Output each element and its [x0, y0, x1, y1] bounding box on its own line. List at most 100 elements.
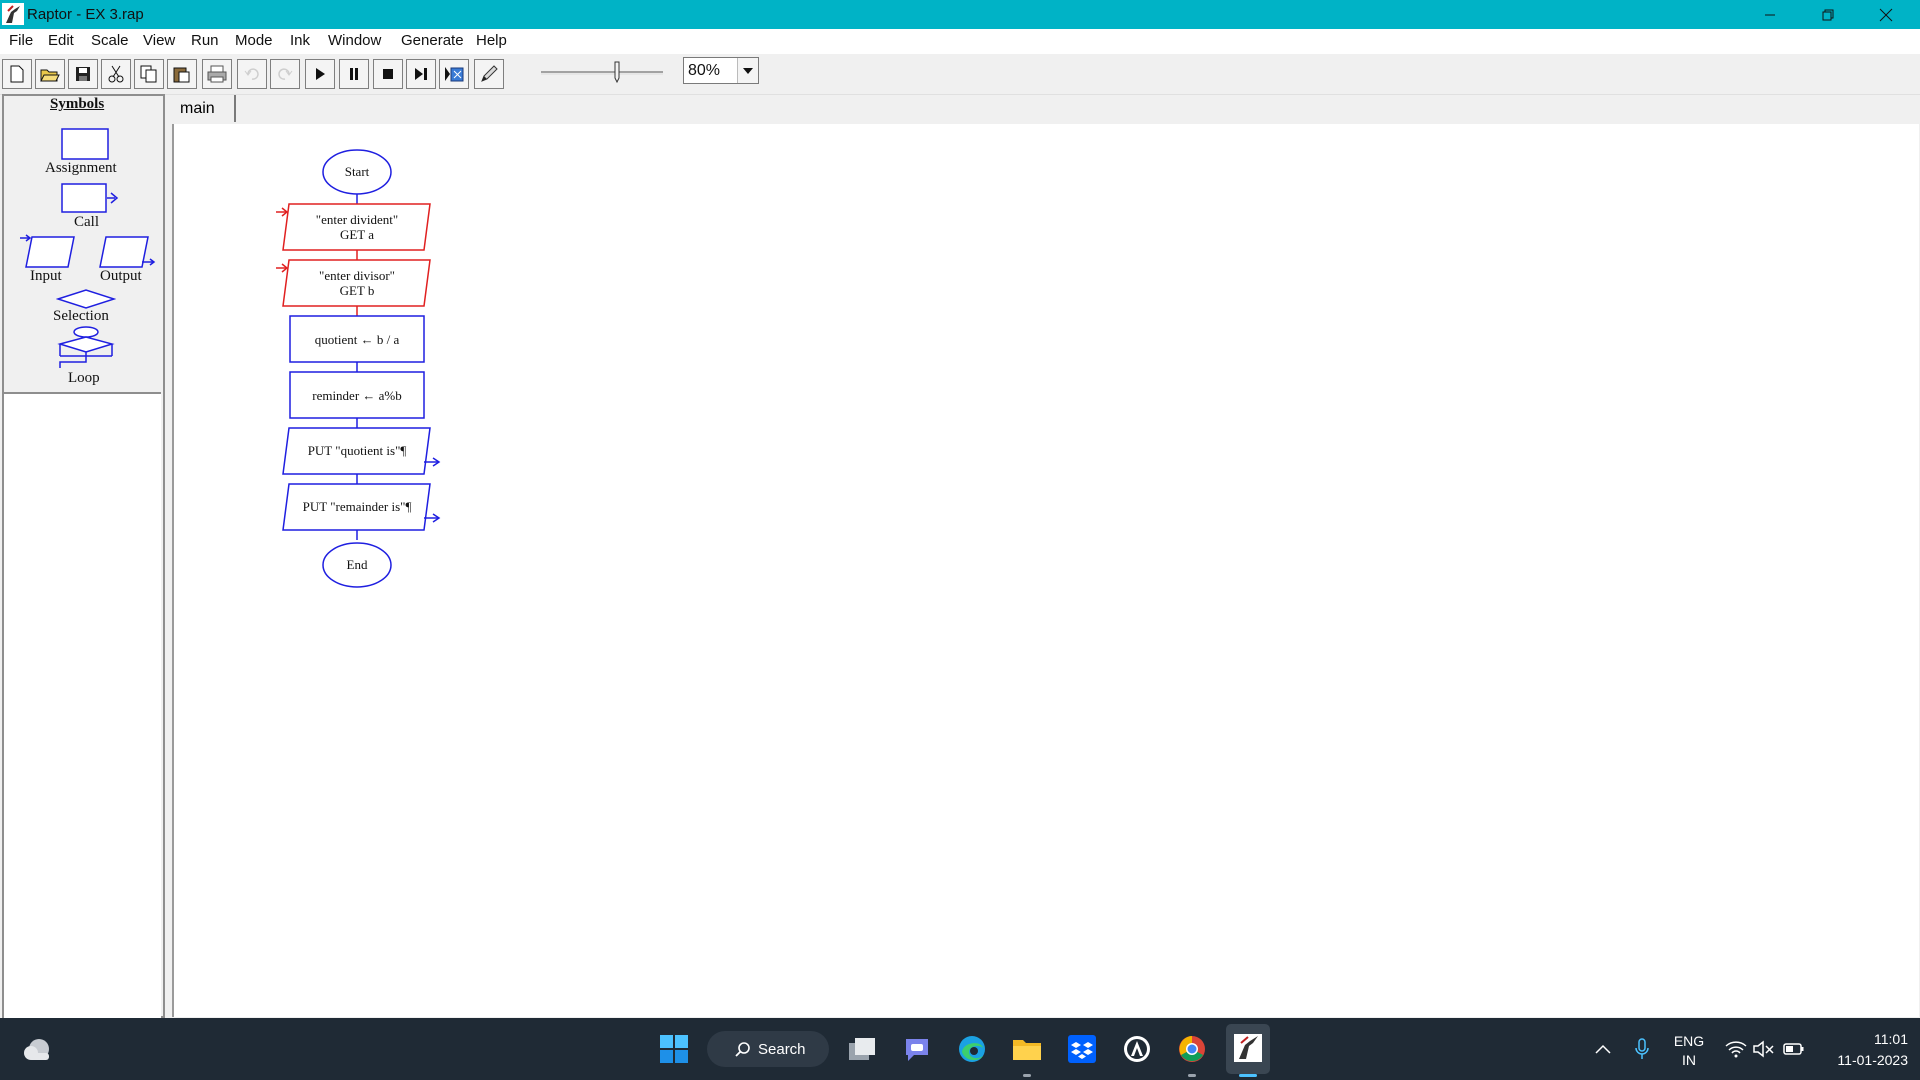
- language-in[interactable]: IN: [1664, 1052, 1714, 1068]
- output2-label: PUT "remainder is"¶: [303, 499, 412, 514]
- file-explorer-button[interactable]: [1008, 1030, 1046, 1068]
- app-circle-icon: [1124, 1036, 1150, 1062]
- clear-icon: [445, 67, 464, 82]
- ink-pen-button[interactable]: [474, 59, 504, 89]
- app-circle-button[interactable]: [1118, 1030, 1156, 1068]
- save-icon: [76, 67, 90, 81]
- microphone-button[interactable]: [1626, 1030, 1658, 1068]
- start-button[interactable]: [655, 1030, 693, 1068]
- run-button[interactable]: [305, 59, 335, 89]
- start-node[interactable]: Start: [322, 149, 392, 195]
- undo-button[interactable]: [237, 59, 267, 89]
- input-node-divisor[interactable]: "enter divisor" GET b: [276, 259, 431, 307]
- teams-chat-button[interactable]: [898, 1030, 936, 1068]
- symbols-palette: Symbols Assignment Call Input Output Sel…: [2, 94, 163, 392]
- edge-button[interactable]: [953, 1030, 991, 1068]
- dropbox-icon: [1068, 1035, 1096, 1063]
- volume-button[interactable]: [1748, 1030, 1780, 1068]
- menu-scale[interactable]: Scale: [91, 32, 129, 49]
- step-button[interactable]: [406, 59, 436, 89]
- pause-button[interactable]: [339, 59, 369, 89]
- cut-button[interactable]: [101, 59, 131, 89]
- weather-widget[interactable]: [18, 1030, 56, 1068]
- output1-label: PUT "quotient is"¶: [308, 443, 407, 458]
- input-symbol[interactable]: [18, 234, 78, 270]
- wifi-icon: [1725, 1041, 1747, 1058]
- menu-window[interactable]: Window: [328, 32, 381, 49]
- zoom-select[interactable]: 80%: [683, 57, 759, 84]
- search-icon: [735, 1042, 750, 1057]
- paste-button[interactable]: [167, 59, 197, 89]
- save-button[interactable]: [68, 59, 98, 89]
- clock-time[interactable]: 11:01: [1812, 1031, 1908, 1047]
- speed-slider[interactable]: [533, 56, 673, 88]
- menu-edit[interactable]: Edit: [48, 32, 74, 49]
- input2-prompt: "enter divisor": [319, 268, 395, 283]
- show-hidden-icons-button[interactable]: [1587, 1030, 1619, 1068]
- new-button[interactable]: [2, 59, 32, 89]
- raptor-taskbar-button[interactable]: [1226, 1024, 1270, 1074]
- symbols-list-area: [4, 392, 161, 1018]
- chevron-down-icon: [743, 67, 753, 74]
- call-label: Call: [74, 214, 99, 230]
- step-icon: [415, 68, 427, 80]
- menu-view[interactable]: View: [143, 32, 175, 49]
- slider-thumb[interactable]: [614, 61, 620, 84]
- raptor-active-indicator: [1239, 1074, 1257, 1077]
- microphone-icon: [1635, 1038, 1649, 1059]
- loop-symbol[interactable]: [56, 326, 116, 370]
- close-icon: [1879, 8, 1893, 21]
- windows-icon: [660, 1035, 688, 1063]
- window-title: Raptor - EX 3.rap: [27, 6, 144, 23]
- flowchart-canvas[interactable]: Start "enter divident" GET a "enter divi…: [172, 124, 1919, 1017]
- battery-button[interactable]: [1778, 1030, 1810, 1068]
- menu-run[interactable]: Run: [191, 32, 219, 49]
- menu-file[interactable]: File: [9, 32, 33, 49]
- taskbar-search[interactable]: Search: [707, 1031, 829, 1067]
- copy-button[interactable]: [134, 59, 164, 89]
- explorer-running-indicator: [1023, 1074, 1031, 1077]
- assign2-label: reminder ← a%b: [312, 388, 402, 403]
- redo-button[interactable]: [270, 59, 300, 89]
- tab-main-label: main: [180, 100, 215, 117]
- chrome-button[interactable]: [1173, 1030, 1211, 1068]
- menu-help[interactable]: Help: [476, 32, 507, 49]
- raptor-icon: [1234, 1034, 1262, 1062]
- zoom-dropdown-arrow[interactable]: [737, 58, 758, 83]
- task-view-button[interactable]: [843, 1030, 881, 1068]
- call-symbol[interactable]: [61, 182, 123, 216]
- assign1-label: quotient ← b / a: [315, 332, 400, 347]
- chevron-up-icon: [1595, 1044, 1611, 1054]
- assignment-symbol[interactable]: [61, 128, 109, 160]
- selection-symbol[interactable]: [56, 288, 116, 310]
- symbols-heading: Symbols: [50, 96, 105, 112]
- restore-button[interactable]: [1799, 0, 1857, 29]
- minimize-button[interactable]: [1741, 0, 1799, 29]
- dropbox-button[interactable]: [1063, 1030, 1101, 1068]
- menu-generate[interactable]: Generate: [401, 32, 464, 49]
- language-eng[interactable]: ENG: [1664, 1033, 1714, 1049]
- output-node-remainder[interactable]: PUT "remainder is"¶: [282, 483, 441, 531]
- start-label: Start: [345, 164, 370, 179]
- stop-button[interactable]: [373, 59, 403, 89]
- loop-label: Loop: [68, 370, 100, 386]
- close-button[interactable]: [1857, 0, 1915, 29]
- clock-date[interactable]: 11-01-2023: [1812, 1052, 1908, 1068]
- menu-ink[interactable]: Ink: [290, 32, 310, 49]
- output-symbol[interactable]: [98, 234, 158, 270]
- tab-main[interactable]: main: [172, 95, 236, 122]
- new-file-icon: [10, 65, 24, 83]
- assignment-node-reminder[interactable]: reminder ← a%b: [289, 371, 425, 419]
- clear-output-button[interactable]: [439, 59, 469, 89]
- restore-icon: [1822, 9, 1834, 20]
- output-node-quotient[interactable]: PUT "quotient is"¶: [282, 427, 441, 475]
- assignment-node-quotient[interactable]: quotient ← b / a: [289, 315, 425, 363]
- input-node-divident[interactable]: "enter divident" GET a: [276, 203, 431, 251]
- menu-bar: File Edit Scale View Run Mode Ink Window…: [0, 29, 1920, 54]
- print-button[interactable]: [202, 59, 232, 89]
- copy-icon: [140, 65, 157, 83]
- menu-mode[interactable]: Mode: [235, 32, 273, 49]
- open-button[interactable]: [35, 59, 65, 89]
- end-node[interactable]: End: [322, 542, 392, 588]
- taskbar: Search ENG IN 11:01 11-01-2023: [0, 1018, 1920, 1080]
